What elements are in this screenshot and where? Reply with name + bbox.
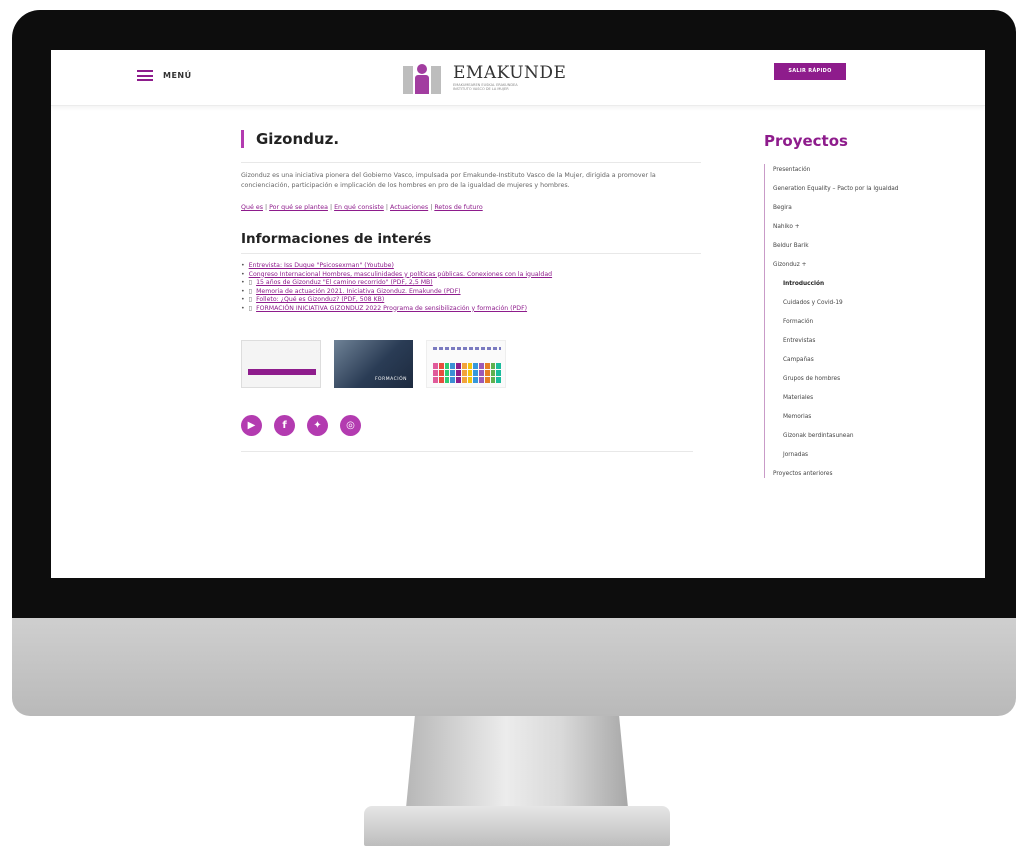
anchor-por-que[interactable]: Por qué se plantea bbox=[269, 204, 328, 211]
logo-figure-icon bbox=[401, 60, 447, 94]
instagram-icon[interactable]: ◎ bbox=[340, 415, 361, 436]
logo-subtitle-2: INSTITUTO VASCO DE LA MUJER bbox=[453, 87, 509, 91]
sidebar-item[interactable]: Nahiko + bbox=[773, 223, 921, 231]
list-item: • ▯ Folleto: ¿Qué es Gizonduz? (PDF, 508 K… bbox=[241, 296, 385, 305]
sidebar-item[interactable]: Gizonduz + bbox=[773, 261, 921, 269]
sidebar-item[interactable]: Cuidados y Covid-19 bbox=[773, 299, 921, 307]
thumbnail-row: FORMACIÓN bbox=[241, 340, 701, 388]
list-item: • ▯ Memoria de actuación 2021. Iniciativa … bbox=[241, 287, 461, 297]
menu-label: MENÚ bbox=[163, 71, 192, 80]
hamburger-icon bbox=[137, 70, 153, 81]
document-icon: ▯ bbox=[248, 296, 253, 303]
intro-paragraph: Gizonduz es una iniciativa pionera del G… bbox=[241, 172, 656, 189]
sidebar-item[interactable]: Jornadas bbox=[773, 451, 921, 459]
list-item: • Entrevista: Iss Duque "Psicosexman" (Yo… bbox=[241, 262, 394, 271]
facebook-icon[interactable]: f bbox=[274, 415, 295, 436]
sidebar-item[interactable]: Formación bbox=[773, 318, 921, 326]
sidebar-item[interactable]: Proyectos anteriores bbox=[773, 470, 921, 478]
divider bbox=[241, 162, 701, 163]
sidebar-item[interactable]: Introducción bbox=[773, 280, 921, 288]
link-memoria[interactable]: Memoria de actuación 2021. Iniciativa Gi… bbox=[256, 288, 460, 297]
anchor-en-que-consiste[interactable]: En qué consiste bbox=[334, 204, 384, 211]
quick-exit-button[interactable]: SALIR RÁPIDO bbox=[774, 63, 846, 80]
document-icon: ▯ bbox=[248, 304, 253, 312]
divider bbox=[241, 253, 701, 254]
sidebar-item[interactable]: Presentación bbox=[773, 166, 921, 174]
section-title: Informaciones de interés bbox=[241, 231, 432, 247]
title-accent-bar bbox=[241, 130, 244, 148]
link-congreso[interactable]: Congreso Internacional Hombres, masculin… bbox=[249, 271, 552, 280]
monitor-bezel: MENÚ EMAKUNDE EMAKUMEAREN EUSKAL ERAKUND… bbox=[12, 10, 1016, 618]
list-item: • ▯ FORMACIÓN INICIATIVA GIZONDUZ 2022 Pro… bbox=[241, 304, 528, 314]
social-links: ▶ f ✦ ◎ bbox=[241, 415, 701, 436]
page-title: Gizonduz. bbox=[256, 130, 340, 148]
thumbnail-formacion-label: FORMACIÓN bbox=[374, 377, 407, 382]
sidebar-item[interactable]: Begira bbox=[773, 204, 921, 212]
monitor-stand bbox=[406, 716, 628, 808]
link-15-anos[interactable]: 15 años de Gizonduz "El camino recorrido… bbox=[256, 279, 433, 288]
sidebar-item[interactable]: Materiales bbox=[773, 394, 921, 402]
logo[interactable]: EMAKUNDE EMAKUMEAREN EUSKAL ERAKUNDEA IN… bbox=[401, 60, 566, 94]
sidebar-item[interactable]: Grupos de hombres bbox=[773, 375, 921, 383]
thumbnail-campaign[interactable] bbox=[426, 340, 506, 388]
monitor-chin bbox=[12, 618, 1016, 716]
site-header: MENÚ EMAKUNDE EMAKUMEAREN EUSKAL ERAKUND… bbox=[51, 50, 985, 106]
link-entrevista[interactable]: Entrevista: Iss Duque "Psicosexman" (You… bbox=[249, 262, 394, 271]
sidebar-item[interactable]: Gizonak berdintasunean bbox=[773, 432, 921, 440]
sidebar-item[interactable]: Entrevistas bbox=[773, 337, 921, 345]
anchor-actuaciones[interactable]: Actuaciones bbox=[390, 204, 428, 211]
sidebar-title: Proyectos bbox=[764, 132, 848, 150]
sidebar-item[interactable]: Campañas bbox=[773, 356, 921, 364]
thumbnail-formacion[interactable]: FORMACIÓN bbox=[334, 340, 413, 388]
interest-links: • Entrevista: Iss Duque "Psicosexman" (Yo… bbox=[241, 262, 701, 313]
menu-button[interactable]: MENÚ bbox=[137, 70, 192, 81]
twitter-icon[interactable]: ✦ bbox=[307, 415, 328, 436]
sidebar-item[interactable]: Beldur Barik bbox=[773, 242, 921, 250]
main-content: Gizonduz. Gizonduz es una iniciativa pio… bbox=[241, 130, 701, 452]
document-icon: ▯ bbox=[248, 279, 253, 286]
anchor-que-es[interactable]: Qué es bbox=[241, 204, 263, 211]
thumbnail-banner-1[interactable] bbox=[241, 340, 321, 388]
sidebar: Proyectos Presentación Generation Equalit… bbox=[764, 132, 924, 489]
sidebar-list: Presentación Generation Equality – Pacto … bbox=[764, 164, 921, 478]
document-icon: ▯ bbox=[248, 287, 253, 295]
list-item: • Congreso Internacional Hombres, masculi… bbox=[241, 270, 553, 280]
divider bbox=[241, 451, 693, 452]
anchor-links: Qué es | Por qué se plantea | En qué con… bbox=[241, 204, 483, 211]
list-item: • ▯ 15 años de Gizonduz "El camino recorri… bbox=[241, 279, 433, 288]
logo-name: EMAKUNDE bbox=[453, 63, 567, 83]
monitor-base bbox=[364, 806, 670, 846]
anchor-retos[interactable]: Retos de futuro bbox=[434, 204, 482, 211]
screen: MENÚ EMAKUNDE EMAKUMEAREN EUSKAL ERAKUND… bbox=[51, 50, 985, 578]
link-formacion[interactable]: FORMACIÓN INICIATIVA GIZONDUZ 2022 Progr… bbox=[256, 305, 527, 314]
sidebar-item[interactable]: Generation Equality – Pacto por la Igual… bbox=[773, 185, 921, 193]
link-folleto[interactable]: Folleto: ¿Qué es Gizonduz? (PDF, 508 KB) bbox=[256, 296, 384, 305]
sidebar-item[interactable]: Memorias bbox=[773, 413, 921, 421]
youtube-icon[interactable]: ▶ bbox=[241, 415, 262, 436]
